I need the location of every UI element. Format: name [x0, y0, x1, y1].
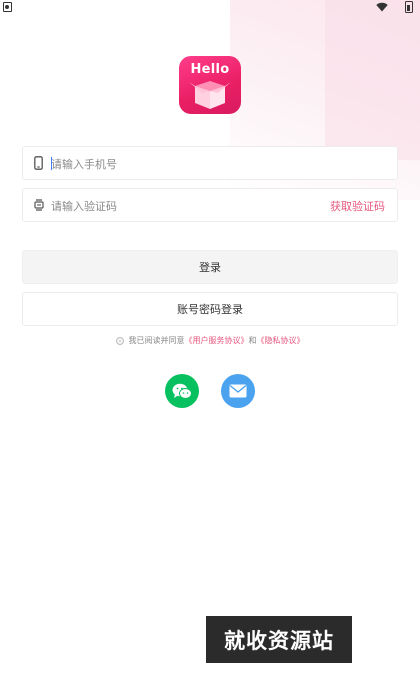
- login-screen: Hello 获取验证码 登录 账号密码登录 我已阅读并同意: [0, 0, 420, 700]
- wechat-icon: [172, 383, 192, 399]
- account-password-login-button[interactable]: 账号密码登录: [22, 292, 398, 326]
- agreement-prefix: 我已阅读并同意: [128, 336, 185, 345]
- email-login-button[interactable]: [221, 374, 255, 408]
- get-code-button[interactable]: 获取验证码: [330, 198, 385, 214]
- user-agreement-link[interactable]: 《用户服务协议》: [185, 335, 249, 346]
- watermark: 就收资源站: [206, 616, 352, 663]
- mail-icon: [229, 384, 247, 398]
- agreement-row: 我已阅读并同意 《用户服务协议》 和 《隐私协议》: [0, 335, 420, 346]
- verification-code-input[interactable]: [51, 196, 331, 216]
- phone-input[interactable]: [51, 154, 331, 174]
- login-button[interactable]: 登录: [22, 250, 398, 284]
- logo-text: Hello: [190, 62, 230, 77]
- privacy-policy-link[interactable]: 《隐私协议》: [257, 335, 305, 346]
- verification-code-icon: [34, 199, 44, 211]
- notification-icon: [3, 2, 12, 12]
- app-logo: Hello: [179, 56, 241, 114]
- wifi-icon: [376, 2, 388, 12]
- phone-icon: [34, 156, 43, 170]
- status-bar: [0, 0, 420, 14]
- battery-icon: [405, 1, 413, 13]
- gift-box-icon: [189, 81, 231, 109]
- agreement-and: 和: [248, 336, 257, 345]
- agreement-checkbox[interactable]: [115, 336, 124, 345]
- verification-code-field[interactable]: 获取验证码: [22, 188, 398, 222]
- wechat-login-button[interactable]: [165, 374, 199, 408]
- phone-field[interactable]: [22, 146, 398, 180]
